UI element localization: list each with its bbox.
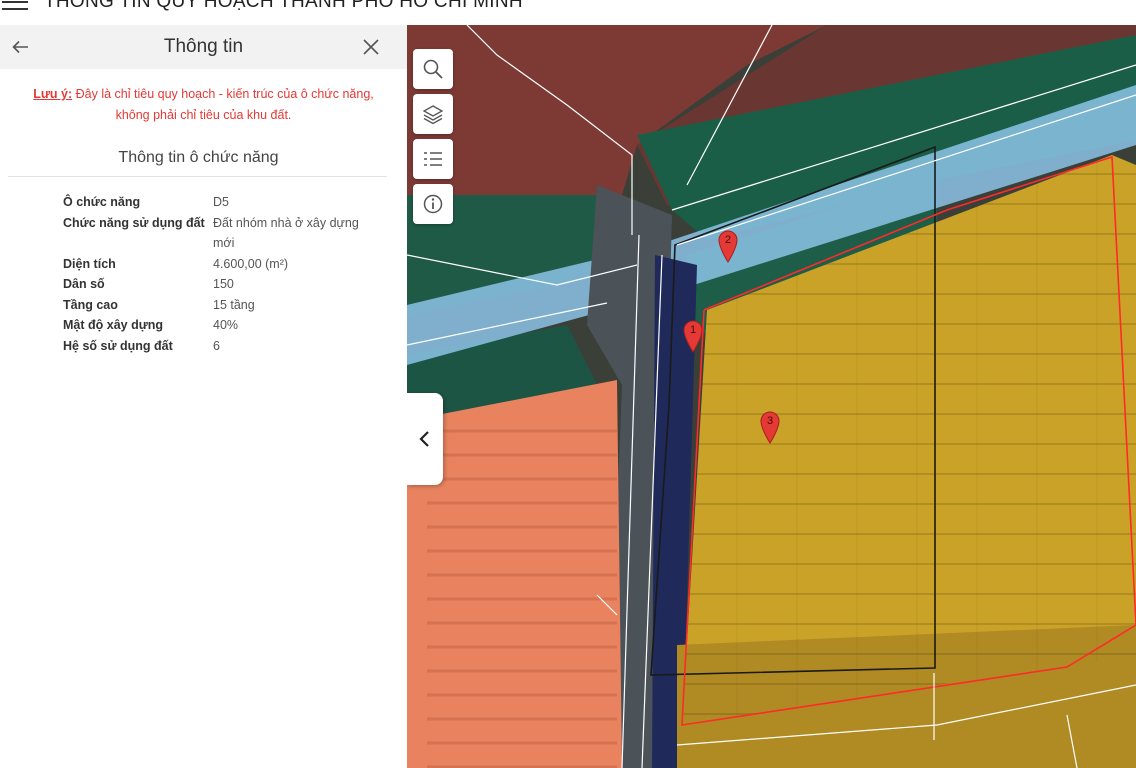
search-icon — [423, 59, 443, 79]
list-icon — [424, 152, 442, 166]
info-table: Ô chức năng D5 Chức năng sử dụng đất Đất… — [63, 192, 383, 356]
layers-icon — [422, 105, 444, 125]
divider — [8, 176, 387, 177]
note-text-line2: không phải chỉ tiêu của khu đất. — [115, 108, 292, 122]
marker-label: 1 — [689, 324, 697, 336]
table-row: Diện tích 4.600,00 (m²) — [63, 254, 383, 275]
collapse-panel-button[interactable] — [407, 393, 443, 485]
table-row: Ô chức năng D5 — [63, 192, 383, 213]
map-view[interactable]: 1 2 3 — [407, 25, 1136, 768]
map-canvas[interactable] — [407, 25, 1136, 768]
row-value: D5 — [213, 195, 229, 209]
row-value: 4.600,00 (m²) — [213, 256, 289, 271]
legend-list-button[interactable] — [413, 139, 453, 179]
search-map-button[interactable] — [413, 49, 453, 89]
row-value: 6 — [213, 338, 220, 353]
row-value: 40% — [213, 318, 239, 332]
row-key: Ô chức năng — [63, 195, 141, 209]
zone-commercial-texture — [427, 415, 617, 768]
map-marker-1[interactable]: 1 — [682, 319, 704, 353]
map-marker-2[interactable]: 2 — [717, 229, 739, 263]
table-row: Hệ số sử dụng đất 6 — [63, 336, 383, 357]
table-row: Chức năng sử dụng đất Đất nhóm nhà ở xây… — [63, 213, 383, 254]
close-icon[interactable] — [360, 36, 382, 58]
menu-icon[interactable] — [2, 0, 28, 10]
info-button[interactable] — [413, 184, 453, 224]
row-key: Mật độ xây dựng — [63, 318, 164, 332]
row-key: Diện tích — [63, 256, 116, 271]
note-label: Lưu ý: — [33, 87, 73, 101]
row-key: Chức năng sử dụng đất — [63, 215, 205, 230]
chevron-left-icon — [419, 431, 429, 447]
info-panel: Thông tin Lưu ý: Đây là chỉ tiêu quy hoạ… — [0, 25, 407, 768]
row-value: 150 — [213, 277, 234, 291]
panel-title: Thông tin — [163, 36, 244, 57]
row-key: Tầng cao — [63, 297, 118, 312]
layers-button[interactable] — [413, 94, 453, 134]
section-title: Thông tin ô chức năng — [118, 149, 279, 166]
table-row: Dân số 150 — [63, 274, 383, 295]
map-marker-3[interactable]: 3 — [759, 410, 781, 444]
panel-header: Thông tin — [0, 25, 407, 69]
planning-note: Lưu ý: Đây là chỉ tiêu quy hoạch - kiến … — [10, 84, 397, 126]
row-value: 15 tầng — [213, 297, 255, 312]
row-key: Dân số — [63, 277, 105, 291]
top-app-bar: THÔNG TIN QUY HOẠCH THÀNH PHỐ HỒ CHÍ MIN… — [0, 0, 1136, 25]
table-row: Tầng cao 15 tầng — [63, 295, 383, 316]
row-key: Hệ số sử dụng đất — [63, 338, 173, 353]
marker-label: 2 — [724, 234, 732, 246]
row-value: Đất nhóm nhà ở xây dựng mới — [213, 215, 359, 251]
marker-label: 3 — [766, 415, 774, 427]
note-text-line1: Đây là chỉ tiêu quy hoạch - kiến trúc củ… — [75, 87, 374, 101]
app-title: THÔNG TIN QUY HOẠCH THÀNH PHỐ HỒ CHÍ MIN… — [44, 0, 523, 12]
table-row: Mật độ xây dựng 40% — [63, 315, 383, 336]
info-icon — [423, 194, 443, 214]
